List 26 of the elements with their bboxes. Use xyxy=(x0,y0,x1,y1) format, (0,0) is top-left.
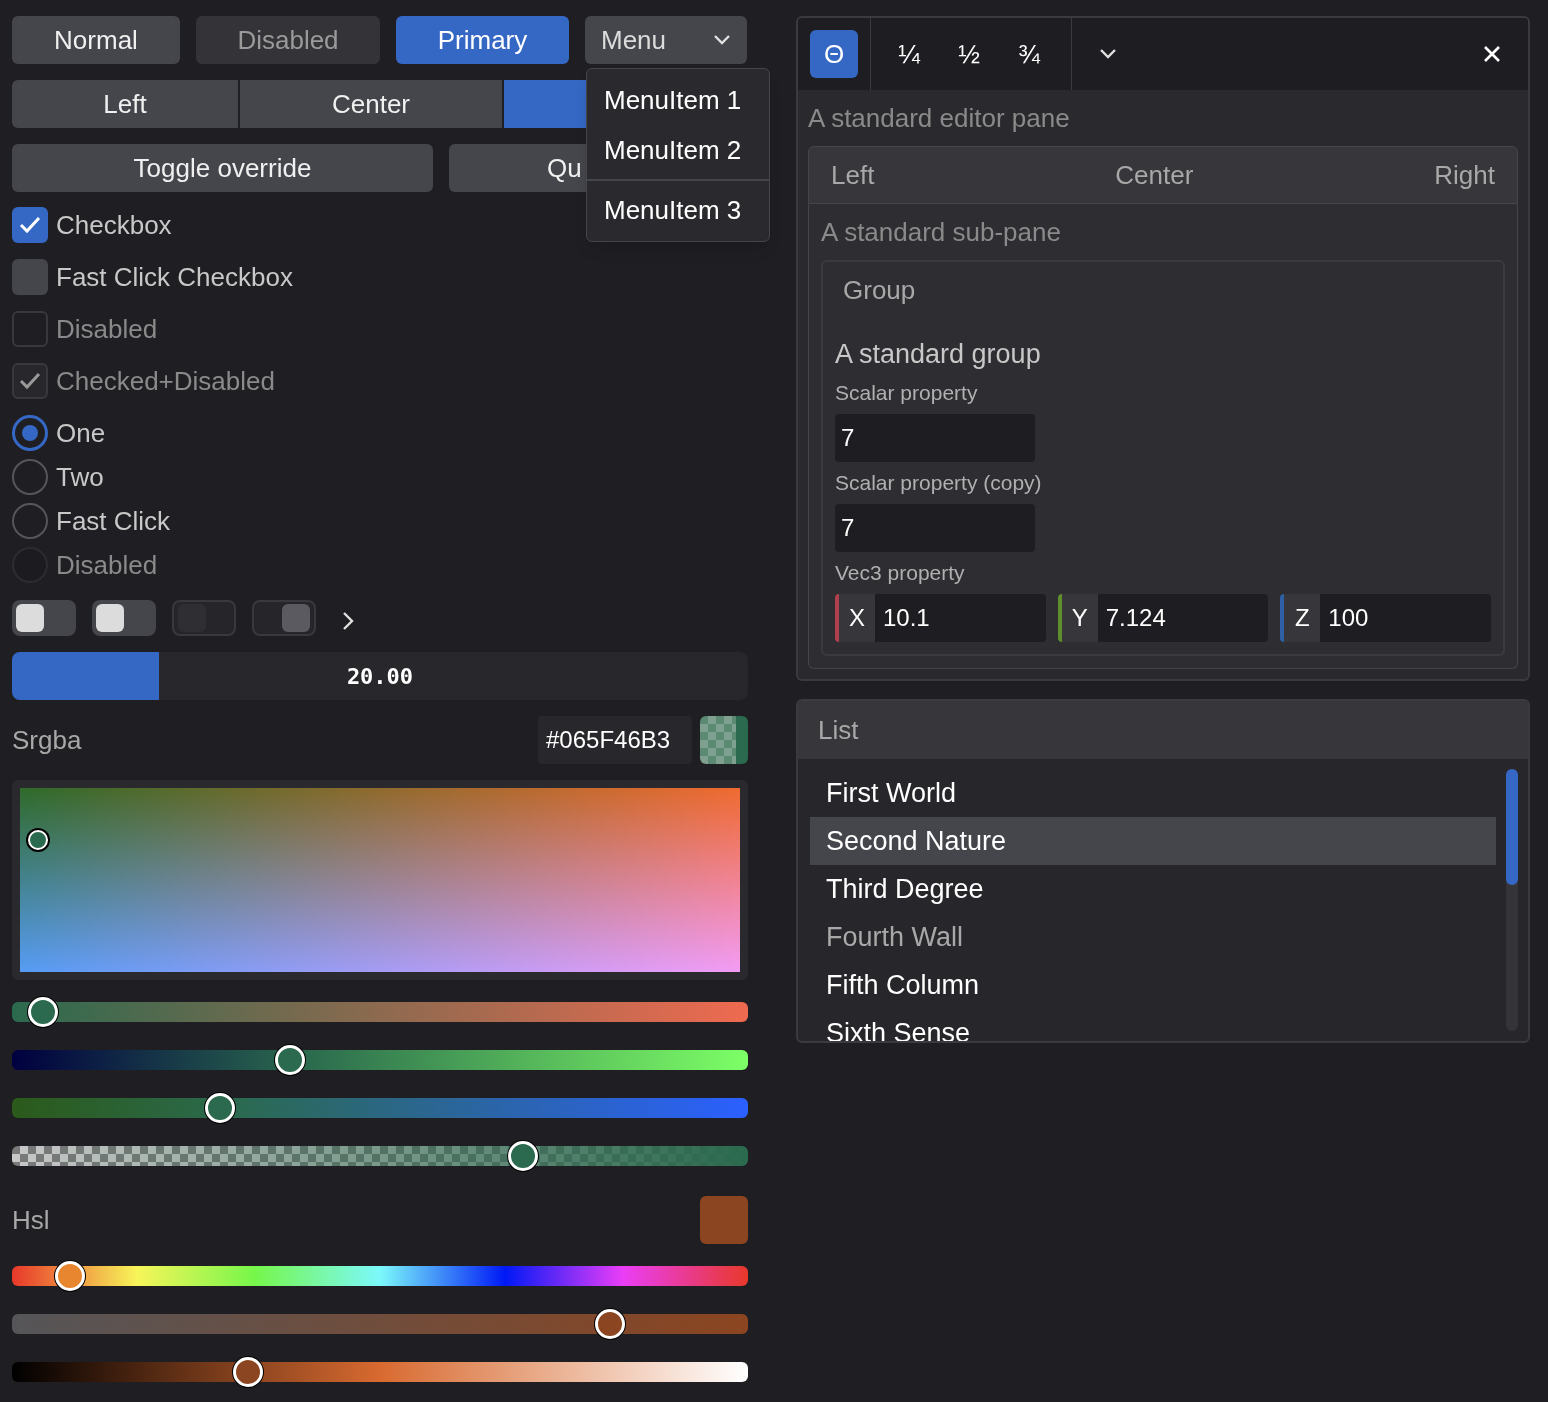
checkbox-label: Disabled xyxy=(56,312,158,346)
section-label: Srgba xyxy=(12,723,82,757)
subpane-title: A standard sub-pane xyxy=(821,215,1062,249)
list-item: Fourth Wall xyxy=(825,920,965,954)
radio-label: Fast Click xyxy=(56,504,171,538)
group-header: Group xyxy=(842,273,917,307)
radio-label: One xyxy=(56,416,106,450)
radio-label: Disabled xyxy=(56,548,158,582)
pane-title: A standard editor pane xyxy=(808,101,1071,135)
property-label: Scalar property xyxy=(835,380,979,407)
checkbox-label: Checkbox xyxy=(56,208,172,242)
checkbox-label: Checked+Disabled xyxy=(56,364,275,398)
header-label: Left xyxy=(831,158,875,192)
axis-label: Z xyxy=(1280,594,1321,642)
axis-label: Y xyxy=(1057,594,1098,642)
radio-label: Two xyxy=(56,460,104,494)
section-label: Hsl xyxy=(12,1203,50,1237)
header-label: Center xyxy=(1115,158,1194,192)
slider-value: 20.00 xyxy=(346,662,414,691)
axis-label: X xyxy=(835,594,875,642)
property-label: Vec3 property xyxy=(835,560,966,587)
checkbox-label: Fast Click Checkbox xyxy=(56,260,293,294)
header-label: Right xyxy=(1434,158,1495,192)
property-label: Scalar property (copy) xyxy=(835,470,1043,497)
group-title: A standard group xyxy=(835,337,1042,371)
list-header: List xyxy=(798,701,1528,759)
